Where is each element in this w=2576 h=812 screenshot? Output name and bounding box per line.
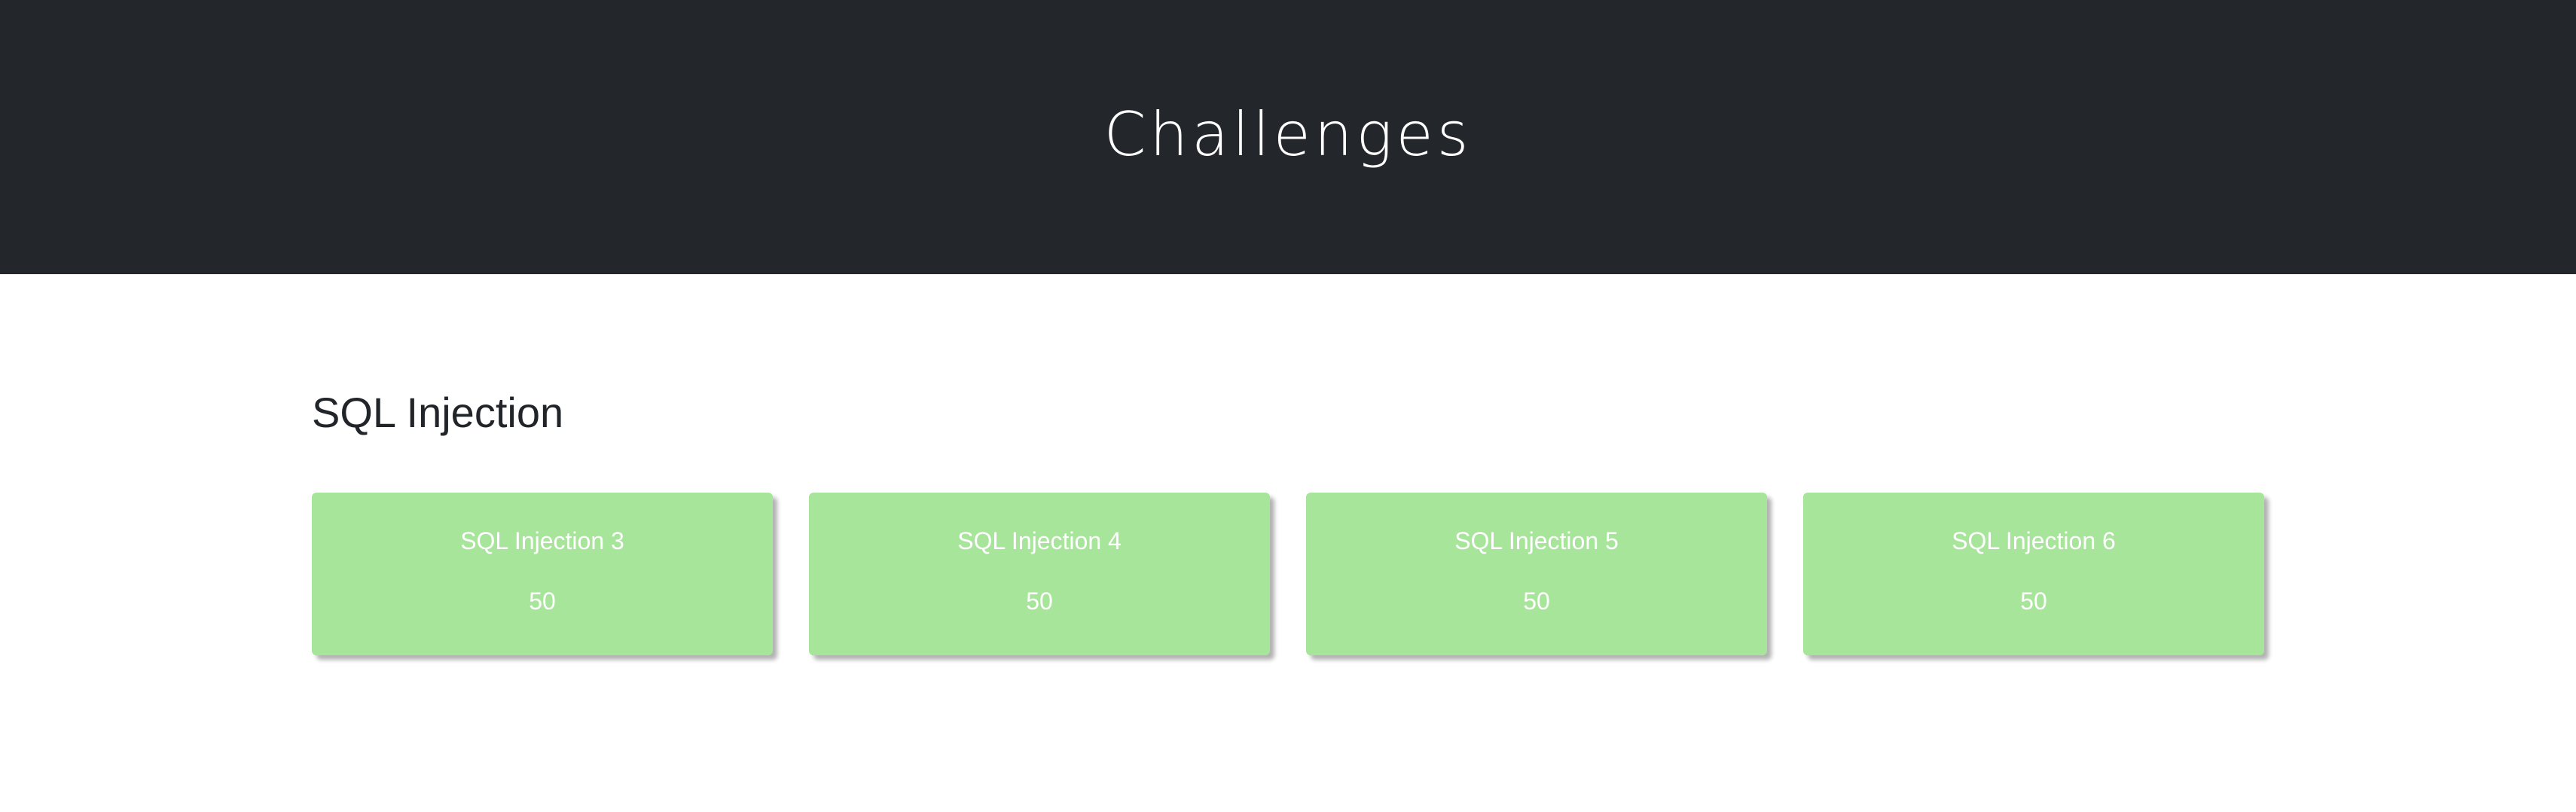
- challenge-card-sql-injection-4[interactable]: SQL Injection 4 50: [809, 493, 1270, 655]
- challenge-cards-row: SQL Injection 3 50 SQL Injection 4 50 SQ…: [312, 493, 2269, 655]
- challenge-name: SQL Injection 4: [957, 527, 1122, 554]
- challenge-points: 50: [1026, 588, 1053, 615]
- challenge-card-sql-injection-3[interactable]: SQL Injection 3 50: [312, 493, 773, 655]
- challenge-card-sql-injection-6[interactable]: SQL Injection 6 50: [1803, 493, 2264, 655]
- challenge-name: SQL Injection 5: [1454, 527, 1619, 554]
- challenge-card-sql-injection-5[interactable]: SQL Injection 5 50: [1306, 493, 1767, 655]
- challenge-points: 50: [2020, 588, 2047, 615]
- challenge-name: SQL Injection 6: [1952, 527, 2116, 554]
- page-header: Challenges: [0, 0, 2576, 274]
- challenge-points: 50: [1523, 588, 1550, 615]
- category-title: SQL Injection: [312, 389, 564, 436]
- page-title: Challenges: [1103, 99, 1473, 169]
- challenge-name: SQL Injection 3: [460, 527, 624, 554]
- challenge-points: 50: [529, 588, 556, 615]
